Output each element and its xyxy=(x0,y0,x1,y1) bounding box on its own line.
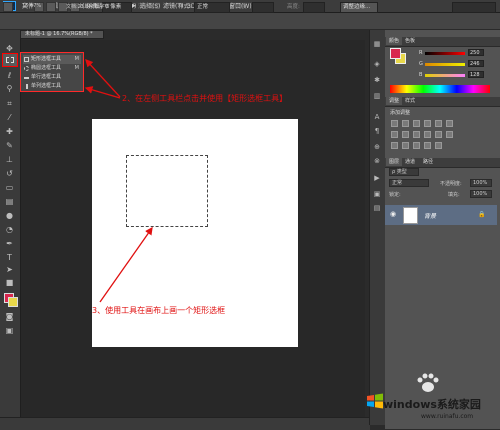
tab-channels[interactable]: 通道 xyxy=(402,158,418,166)
opacity-label: 不透明度: xyxy=(440,181,462,187)
tab-adjustments[interactable]: 调整 xyxy=(386,97,403,105)
red-label: R xyxy=(419,50,423,56)
adjustment-icon[interactable] xyxy=(435,131,442,138)
arrow-to-flyout-lower xyxy=(84,86,121,99)
tab-swatches[interactable]: 色板 xyxy=(402,37,418,45)
status-menu-arrow-icon[interactable]: ▶ xyxy=(132,3,136,9)
tab-styles[interactable]: 样式 xyxy=(402,97,418,105)
actions-panel-icon[interactable]: ▶ xyxy=(373,174,381,182)
adjustment-icon[interactable] xyxy=(435,120,442,127)
adjustment-icon[interactable] xyxy=(424,142,431,149)
fill-label: 填充: xyxy=(448,192,460,198)
windows-logo-icon xyxy=(367,393,383,409)
add-adjustment-label: 添加调整 xyxy=(390,110,411,116)
adjustment-icon[interactable] xyxy=(391,131,398,138)
navigator-panel-icon[interactable]: ▣ xyxy=(373,190,381,198)
adjustment-icon[interactable] xyxy=(446,131,453,138)
layer-lock-icon: 🔒 xyxy=(478,211,486,218)
panel-icon-strip xyxy=(369,30,385,425)
watermark-title: windows系统家园 xyxy=(383,398,481,411)
arrow-to-selection xyxy=(99,226,153,303)
character-panel-icon[interactable]: A xyxy=(373,113,381,121)
clone-source-icon[interactable]: ⊗ xyxy=(373,157,381,165)
adjustment-icon[interactable] xyxy=(402,131,409,138)
info-panel-icon[interactable]: ✱ xyxy=(373,76,381,84)
blue-value[interactable]: 128 xyxy=(468,71,484,78)
history-panel-icon[interactable]: ▦ xyxy=(373,40,381,48)
annotation-step2: 2、在左侧工具栏点击并使用【矩形选框工具】 xyxy=(122,94,288,103)
adjustment-icon[interactable] xyxy=(391,120,398,127)
arrow-to-flyout xyxy=(85,59,121,98)
adjustment-icon[interactable] xyxy=(424,120,431,127)
color-spectrum-bar[interactable] xyxy=(390,85,490,93)
adjustment-icon[interactable] xyxy=(435,142,442,149)
adjustment-icon[interactable] xyxy=(402,142,409,149)
red-slider[interactable] xyxy=(425,52,465,55)
red-value[interactable]: 250 xyxy=(468,49,484,56)
zoom-level[interactable]: 16.67% xyxy=(22,3,41,9)
status-bar xyxy=(0,417,370,430)
tab-color[interactable]: 颜色 xyxy=(386,37,403,45)
green-label: G xyxy=(419,61,423,67)
paragraph-panel-icon[interactable]: ¶ xyxy=(373,127,381,135)
blue-label: B xyxy=(419,72,423,78)
layer-kind-filter[interactable]: ρ 类型 xyxy=(389,168,419,176)
adjustment-icon[interactable] xyxy=(413,120,420,127)
layer-visibility-eye-icon[interactable]: ◉ xyxy=(390,210,396,218)
paw-watermark-icon xyxy=(417,373,439,392)
green-value[interactable]: 246 xyxy=(468,60,484,67)
tool-presets-icon[interactable]: ⊕ xyxy=(373,143,381,151)
panel-foreground-swatch[interactable] xyxy=(390,48,401,59)
tab-paths[interactable]: 路径 xyxy=(420,158,436,166)
adjustment-icon[interactable] xyxy=(446,120,453,127)
histogram-panel-icon[interactable]: ▤ xyxy=(373,204,381,212)
annotation-step3: 3、使用工具在画布上画一个矩形选框 xyxy=(92,306,226,315)
layers-list xyxy=(385,200,500,429)
blue-slider[interactable] xyxy=(425,74,465,77)
opacity-input[interactable]: 100% xyxy=(470,179,492,187)
properties-panel-icon[interactable]: ◈ xyxy=(373,60,381,68)
lock-label: 锁定: xyxy=(389,192,401,198)
adjustment-icon[interactable] xyxy=(413,142,420,149)
layer-thumbnail xyxy=(403,207,418,224)
adjustment-icon[interactable] xyxy=(391,142,398,149)
adjustment-icon[interactable] xyxy=(413,131,420,138)
tab-layers[interactable]: 图层 xyxy=(386,158,403,166)
green-slider[interactable] xyxy=(425,63,465,66)
watermark-url: www.ruinafu.com xyxy=(421,413,474,420)
document-size: 文档:23.8M/0 字节 xyxy=(66,4,110,10)
blend-mode-select[interactable]: 正常 xyxy=(389,179,429,187)
fill-input[interactable]: 100% xyxy=(470,190,492,198)
layer-name[interactable]: 背景 xyxy=(424,211,436,220)
adjustment-icon[interactable] xyxy=(424,131,431,138)
brush-panel-icon[interactable]: ▥ xyxy=(373,92,381,100)
adjustment-icon[interactable] xyxy=(402,120,409,127)
